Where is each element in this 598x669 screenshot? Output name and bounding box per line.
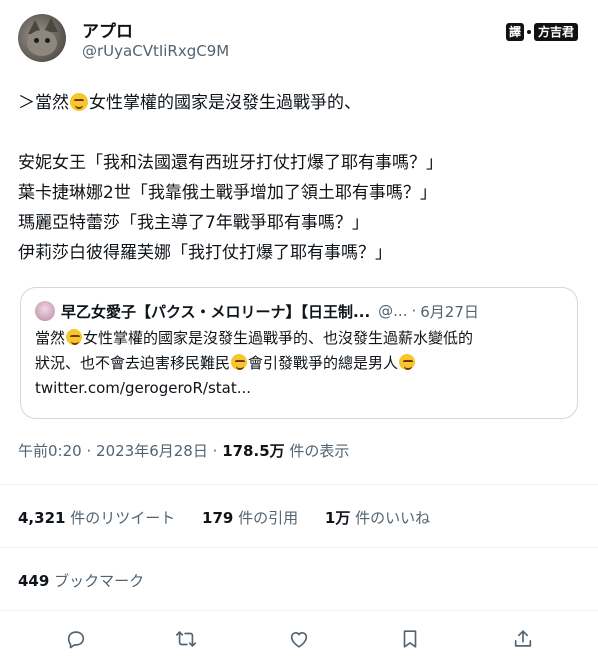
share-icon xyxy=(514,630,532,647)
author-avatar[interactable] xyxy=(18,14,66,62)
tweet-line-1: ＞當然 女性掌權的國家是沒發生過戰爭的、 xyxy=(18,93,361,113)
tweet-time[interactable]: 午前0:20 xyxy=(18,442,82,460)
watermark-label: 譯 xyxy=(505,23,524,41)
quoted-author-avatar xyxy=(35,301,55,321)
divider xyxy=(0,484,598,485)
tweet-header: アプロ @rUyaCVtIiRxgC9M xyxy=(18,14,580,66)
meta-separator-2: · xyxy=(212,442,218,460)
quoted-date: 6月27日 xyxy=(420,302,479,321)
translator-watermark: 譯 方吉君 xyxy=(505,22,578,42)
like-button[interactable] xyxy=(286,626,312,652)
triumph-emoji-icon xyxy=(399,354,416,370)
tweet-line-5: 伊莉莎白彼得羅芙娜「我打仗打爆了耶有事嗎？」 xyxy=(18,243,392,263)
tweet-line-2: 安妮女王「我和法國還有西班牙打仗打爆了耶有事嗎？」 xyxy=(18,153,443,173)
tweet-line-4: 瑪麗亞特蕾莎「我主導了7年戰爭耶有事嗎？」 xyxy=(18,213,369,233)
quoted-line-2: 狀況、也不會去迫害移民難民 會引發戰爭的總是男人 xyxy=(35,351,563,376)
quoted-author-handle: @... xyxy=(378,302,408,320)
views-label: 件の表示 xyxy=(289,442,350,460)
likes-stat[interactable]: 1万 件のいいね xyxy=(325,509,430,527)
bookmark-icon xyxy=(403,630,417,648)
engagement-stats: 4,321 件のリツイート 179 件の引用 1万 件のいいね xyxy=(18,507,452,528)
share-button[interactable] xyxy=(510,626,536,652)
reply-icon xyxy=(67,631,85,649)
bookmark-button[interactable] xyxy=(397,626,423,652)
triumph-emoji-icon xyxy=(231,354,248,370)
meta-separator: · xyxy=(86,442,92,460)
tweet-metadata: 午前0:20 · 2023年6月28日 · 178.5万 件の表示 xyxy=(18,440,349,461)
retweet-icon xyxy=(176,631,196,647)
tweet-line-3: 葉卡捷琳娜2世「我靠俄土戰爭增加了領土耶有事嗎？」 xyxy=(18,183,437,203)
quoted-line-1: 當然 女性掌權的國家是沒發生過戰爭的、也沒發生過薪水變低的 xyxy=(35,329,474,347)
author-handle[interactable]: @rUyaCVtIiRxgC9M xyxy=(82,42,229,60)
watermark-name: 方吉君 xyxy=(533,23,578,41)
quoted-link[interactable]: twitter.com/gerogeroR/stat... xyxy=(35,376,563,401)
quoted-tweet-header: 早乙女愛子【パクス・メロリーナ】【日王制... @... · 6月27日 xyxy=(35,300,563,322)
watermark-separator xyxy=(526,30,531,34)
tweet-date[interactable]: 2023年6月28日 xyxy=(96,442,208,460)
quotes-stat[interactable]: 179 件の引用 xyxy=(202,509,298,527)
author-display-name[interactable]: アプロ xyxy=(82,17,133,42)
views-count: 178.5万 xyxy=(222,442,285,460)
bookmarks-stat[interactable]: 449 ブックマーク xyxy=(18,570,144,591)
triumph-emoji-icon xyxy=(70,93,88,111)
quoted-separator: · xyxy=(411,302,417,320)
reply-button[interactable] xyxy=(63,626,89,652)
divider xyxy=(0,547,598,548)
divider xyxy=(0,610,598,611)
quoted-author-name: 早乙女愛子【パクス・メロリーナ】【日王制... xyxy=(61,302,371,321)
heart-icon xyxy=(290,631,308,648)
triumph-emoji-icon xyxy=(66,329,83,345)
retweets-stat[interactable]: 4,321 件のリツイート xyxy=(18,509,175,527)
quoted-tweet-card[interactable]: 早乙女愛子【パクス・メロリーナ】【日王制... @... · 6月27日 當然女… xyxy=(20,287,578,419)
retweet-button[interactable] xyxy=(173,626,199,652)
tweet-text: ＞當然 女性掌權的國家是沒發生過戰爭的、 安妮女王「我和法國還有西班牙打仗打爆了耶… xyxy=(18,88,580,268)
quoted-tweet-text: 當然 女性掌權的國家是沒發生過戰爭的、也沒發生過薪水變低的 狀況、也不會去迫害移民… xyxy=(35,326,563,401)
tweet-action-bar xyxy=(0,624,598,654)
